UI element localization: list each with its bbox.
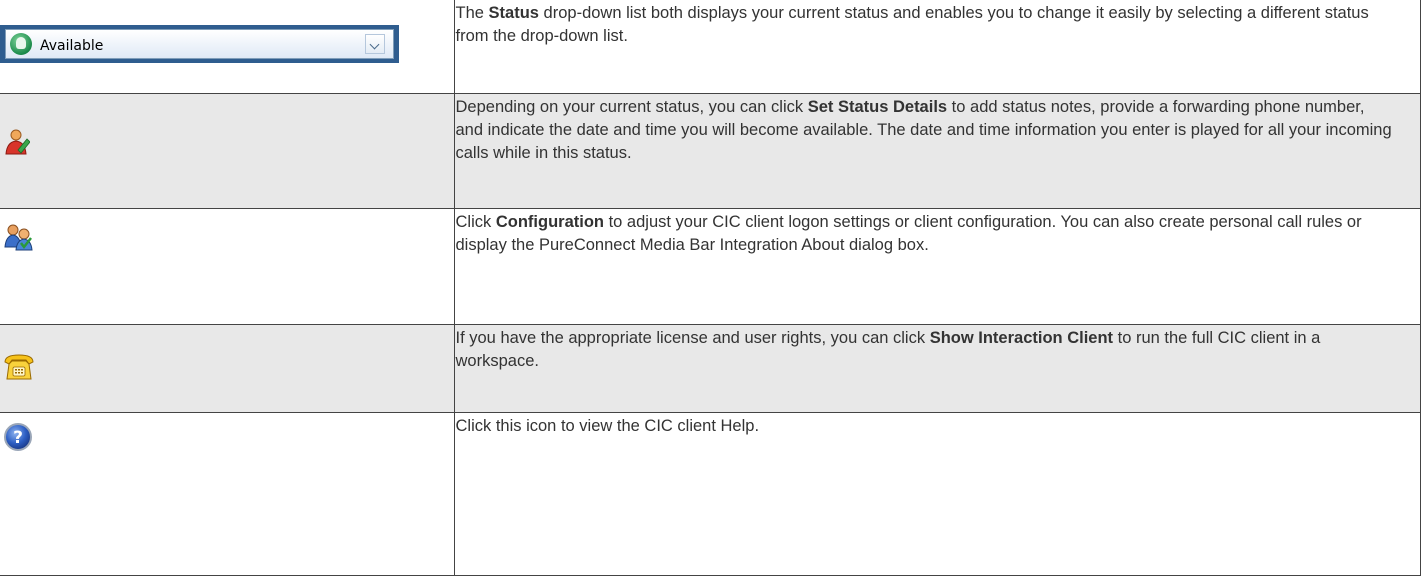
row-description: The Status drop-down list both displays …	[453, 0, 1421, 94]
icon-cell	[0, 207, 455, 325]
icon-cell	[0, 323, 455, 413]
table-row: ? Click this icon to view the CIC client…	[0, 411, 1421, 576]
row-description: Click this icon to view the CIC client H…	[453, 411, 1421, 576]
status-dropdown[interactable]: Available	[0, 25, 399, 63]
configuration-icon[interactable]	[4, 223, 34, 258]
table-row: If you have the appropriate license and …	[0, 323, 1421, 413]
table-row: Depending on your current status, you ca…	[0, 92, 1421, 209]
description-text: If you have the appropriate license and …	[455, 328, 930, 347]
phone-icon[interactable]	[3, 353, 35, 388]
icon-cell	[0, 92, 455, 209]
available-status-icon	[10, 33, 32, 55]
ui-term: Configuration	[495, 212, 604, 231]
ui-term: Show Interaction Client	[929, 328, 1114, 347]
chevron-down-icon[interactable]	[365, 34, 385, 54]
description-text: Click this icon to view the CIC client H…	[455, 416, 760, 435]
status-dropdown-field[interactable]: Available	[5, 29, 394, 59]
row-description: Depending on your current status, you ca…	[453, 92, 1421, 209]
description-text: The	[455, 4, 489, 22]
icon-cell: ?	[0, 411, 455, 576]
description-text: Depending on your current status, you ca…	[455, 97, 808, 116]
table-row: Available The Status drop-down list both…	[0, 0, 1421, 94]
row-description: If you have the appropriate license and …	[453, 323, 1421, 413]
ui-term: Set Status Details	[807, 97, 948, 116]
set-status-details-icon[interactable]	[4, 128, 31, 163]
help-icon[interactable]: ?	[3, 422, 33, 459]
description-text: Click	[455, 212, 496, 231]
icon-cell: Available	[0, 0, 455, 94]
row-description: Click Configuration to adjust your CIC c…	[453, 207, 1421, 325]
svg-text:?: ?	[13, 428, 23, 448]
status-dropdown-value: Available	[40, 38, 104, 54]
ui-term: Status	[488, 4, 539, 22]
table-row: Click Configuration to adjust your CIC c…	[0, 207, 1421, 325]
description-text: drop-down list both displays your curren…	[455, 4, 1369, 45]
feature-table: Available The Status drop-down list both…	[0, 0, 1421, 576]
